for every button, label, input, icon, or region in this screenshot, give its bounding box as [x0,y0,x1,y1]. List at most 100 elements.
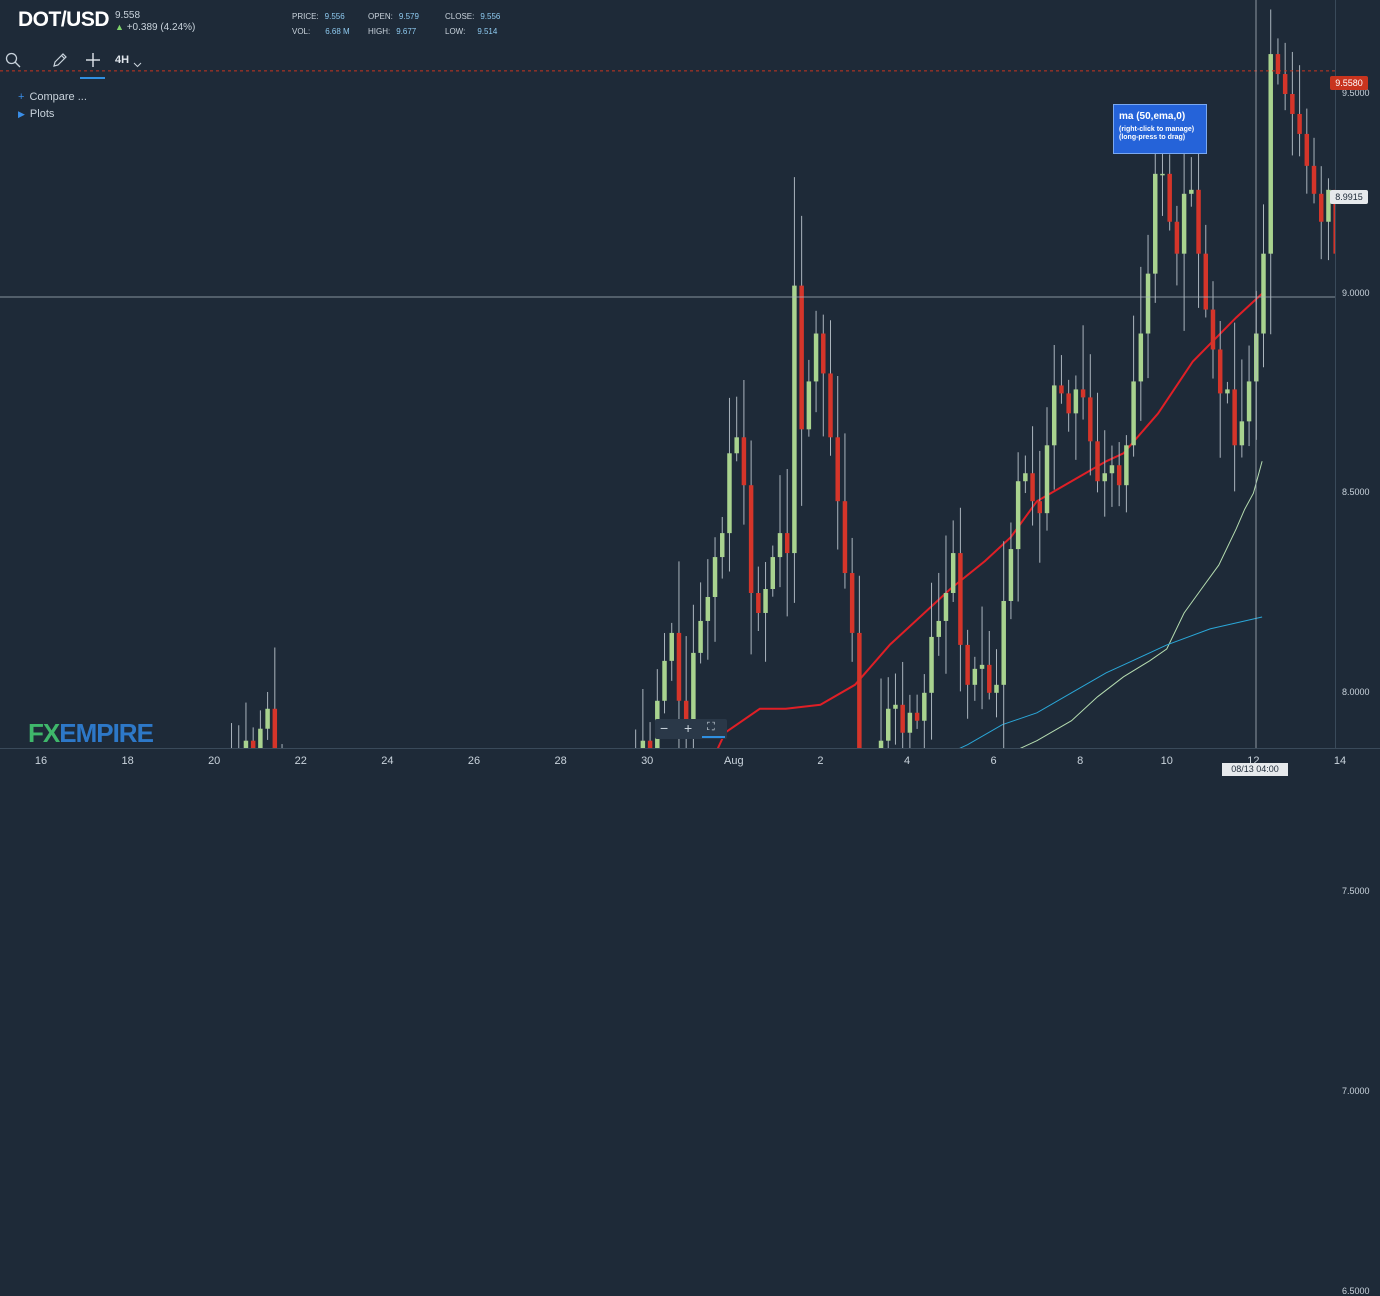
candle-body [640,740,646,748]
candle-body [893,704,898,709]
candle-body [763,589,768,613]
candle-body [1196,189,1201,254]
candle-body [1044,445,1050,514]
crosshair-date-tag: 08/13 04:00 [1222,763,1288,776]
candle-body [1181,193,1187,254]
candle-body [1037,501,1043,514]
candle-body [907,712,913,733]
candle-body [979,664,985,669]
candle-body [1282,74,1288,94]
candle-body [987,664,992,693]
candle-body [705,596,711,621]
time-tick-label: 14 [1333,755,1347,767]
fxempire-logo: FXEMPIRE [28,718,154,748]
tooltip-hint-manage: (right-click to manage) [1119,126,1195,133]
candle-body [1290,94,1295,114]
candle-body [741,437,747,486]
zoom-in-button[interactable]: + [684,720,692,736]
candle-body [1174,221,1180,254]
price-tick-label: 8.0000 [1342,686,1370,697]
candle-body [1153,173,1158,274]
candle-body [748,485,754,593]
candle-body [1008,549,1014,601]
tooltip-title: ma (50,ema,0) [1119,111,1186,122]
candle-body [900,704,905,733]
candle-body [777,533,783,558]
candle-body [878,740,884,748]
candle-body [1124,445,1129,486]
candle-body [972,668,978,685]
candle-body [914,712,920,721]
last-price-tag: 9.5580 [1330,76,1368,90]
candle-body [712,557,718,597]
candle-body [662,660,667,701]
tooltip-hint-drag: (long-press to drag) [1119,134,1186,141]
time-tick-label: 22 [294,755,307,767]
candle-body [994,684,999,693]
candle-body [676,632,682,701]
time-tick-label: 6 [990,755,997,767]
time-tick-label: 30 [641,755,654,767]
candle-body [1297,113,1302,134]
zoom-out-button[interactable]: − [660,720,668,736]
candle-body [784,533,790,554]
candle-body [922,692,927,721]
candle-body [1145,273,1151,334]
candle-body [1138,333,1144,382]
candle-body [1318,193,1324,222]
candle-body [1023,473,1028,482]
crosshair-price-tag: 8.9915 [1330,190,1368,204]
candle-body [1217,349,1223,394]
ma-line-1 [1019,461,1263,748]
candle-body [727,453,732,534]
candle-body [1304,133,1310,166]
time-tick-label: 20 [208,755,221,767]
candle-body [842,501,848,574]
zoom-active-indicator [702,736,725,738]
study-tooltip[interactable]: ma (50,ema,0) (right-click to manage) (l… [1113,104,1207,154]
candle-body [720,533,725,558]
candle-body [1116,465,1122,486]
candle-body [647,740,653,748]
candle-body [756,593,761,613]
candle-body [1088,397,1093,442]
time-axis [0,748,1380,777]
candle-body [849,573,855,633]
candle-body [1059,385,1064,394]
candle-body [1015,481,1021,550]
candle-body [1066,393,1071,414]
time-tick-label: 18 [121,755,134,767]
candle-body [1239,421,1245,446]
candle-body [1095,441,1100,482]
candle-body [1246,381,1252,422]
candle-body [965,644,970,685]
candle-body [1030,473,1035,502]
candle-body [1167,173,1172,222]
fit-screen-button[interactable]: ⛶ [707,721,715,734]
candle-body [813,333,819,382]
candle-body [1080,389,1086,398]
candle-body [250,740,256,748]
candle-body [770,557,776,590]
candle-body [1160,173,1165,176]
candle-body [821,333,826,374]
time-tick-label: 8 [1077,755,1084,767]
candle-body [272,708,278,748]
time-tick-label: Aug [724,755,744,767]
candle-body [1102,473,1107,482]
price-tick-label: 8.5000 [1342,487,1370,498]
time-tick-label: 4 [903,755,911,767]
candle-body [828,373,833,438]
candle-body [806,381,812,430]
candle-body [1210,309,1216,350]
time-tick-label: 2 [817,755,824,767]
candle-body [958,553,963,645]
candle-body [1311,165,1317,194]
price-tick-label: 7.5000 [1342,886,1370,897]
candle-body [1001,600,1006,685]
candle-body [734,437,739,454]
time-tick-label: 28 [554,755,567,767]
candle-body [265,708,270,729]
candle-body [698,620,703,653]
candle-body [669,632,674,661]
